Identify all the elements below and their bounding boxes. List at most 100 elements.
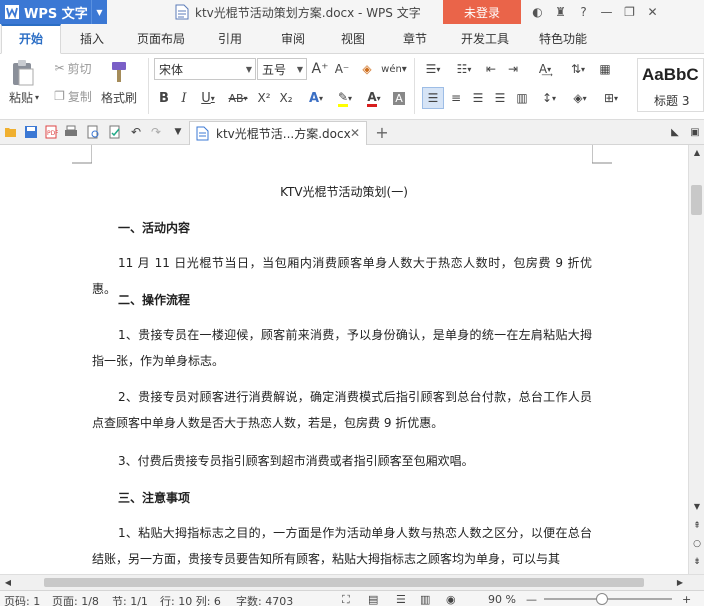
horizontal-scrollbar[interactable]: ◀ ▶ — [0, 574, 704, 590]
bold-icon[interactable]: B — [155, 87, 173, 109]
shading-icon[interactable]: ◈ ▾ — [566, 87, 594, 109]
document-page[interactable]: KTV光棍节活动策划(一) 一、活动内容 11 月 11 日光棍节当日，当包厢内… — [0, 145, 688, 574]
align-center-icon[interactable]: ≡ — [446, 87, 466, 109]
restore-icon[interactable]: ❐ — [618, 5, 641, 19]
tab-review[interactable]: 审阅 — [268, 24, 318, 54]
font-name-select[interactable]: 宋体 ▼ — [154, 58, 256, 80]
superscript-icon[interactable]: X² — [254, 87, 274, 109]
status-section: 节: 1/1 — [112, 595, 148, 606]
scrollbar-thumb[interactable] — [44, 578, 644, 587]
new-tab-icon[interactable]: + — [372, 122, 392, 142]
clear-format-icon[interactable]: ◈ — [356, 58, 378, 80]
export-pdf-icon[interactable]: PDF — [44, 125, 58, 139]
undo-icon[interactable]: ↶ — [128, 123, 144, 141]
vertical-scrollbar[interactable]: ▲ ▼ ⇞ ○ ⇟ — [688, 145, 704, 574]
document-tab[interactable]: ktv光棍节活...方案.docx ✕ — [189, 121, 367, 145]
font-color-icon[interactable]: A ▾ — [360, 87, 388, 109]
tab-references[interactable]: 引用 — [205, 24, 255, 54]
tab-special-features[interactable]: 特色功能 — [530, 24, 596, 54]
minimize-icon[interactable]: — — [595, 5, 618, 19]
close-icon[interactable]: ✕ — [641, 5, 664, 19]
paste-icon[interactable] — [6, 58, 40, 88]
web-view-icon[interactable]: ◉ — [446, 593, 456, 606]
collapse-ribbon-icon[interactable]: ◣ — [668, 124, 682, 140]
shrink-font-icon[interactable]: A⁻ — [332, 58, 352, 80]
scroll-down-icon[interactable]: ▼ — [690, 499, 704, 513]
redo-icon[interactable]: ↷ — [148, 123, 164, 141]
app-name: WPS 文字 — [24, 6, 88, 22]
status-page: 页面: 1/8 — [52, 595, 99, 606]
strikethrough-icon[interactable]: AB ▾ — [224, 87, 252, 109]
document-tab-title: ktv光棍节活...方案.docx — [216, 127, 351, 141]
outline-view-icon[interactable]: ☰ — [396, 593, 406, 606]
print-icon[interactable] — [64, 125, 78, 139]
underline-icon[interactable]: U ▾ — [195, 87, 221, 109]
browse-object-icon[interactable]: ○ — [690, 537, 704, 551]
text-size-adjust-icon[interactable]: A͢ ▾ — [530, 58, 560, 80]
tab-home[interactable]: 开始 — [1, 24, 61, 54]
zoom-level[interactable]: 90 % — [488, 593, 516, 606]
print-preview-icon[interactable] — [86, 125, 100, 139]
page-view-icon[interactable]: ▤ — [368, 593, 378, 606]
status-word-count[interactable]: 字数: 4703 — [236, 593, 293, 606]
skin-icon[interactable]: ◐ — [526, 5, 549, 19]
next-page-icon[interactable]: ⇟ — [690, 555, 704, 569]
tab-chapter[interactable]: 章节 — [390, 24, 440, 54]
paste-button[interactable]: 粘贴 ▾ — [4, 88, 44, 106]
zoom-slider-handle[interactable] — [596, 593, 608, 605]
tab-insert[interactable]: 插入 — [64, 24, 120, 54]
scroll-up-icon[interactable]: ▲ — [690, 145, 704, 159]
ribbon-display-icon[interactable]: ▣ — [688, 124, 702, 140]
chevron-down-icon: ▼ — [245, 65, 252, 74]
phonetic-guide-icon[interactable]: wén▾ — [380, 58, 408, 80]
chevron-down-icon[interactable]: ▼ — [91, 0, 107, 24]
char-shading-icon[interactable]: A — [390, 87, 408, 109]
spellcheck-icon[interactable] — [108, 125, 122, 139]
zoom-out-icon[interactable]: — — [526, 593, 537, 606]
tab-page-layout[interactable]: 页面布局 — [128, 24, 194, 54]
highlight-icon[interactable]: ✎ ▾ — [332, 87, 358, 109]
table-icon[interactable]: ▦ — [594, 58, 616, 80]
scrollbar-thumb[interactable] — [691, 185, 702, 215]
previous-page-icon[interactable]: ⇞ — [690, 519, 704, 533]
help-icon[interactable]: ? — [572, 5, 595, 19]
tab-developer[interactable]: 开发工具 — [452, 24, 518, 54]
border-icon[interactable]: ⊞ ▾ — [598, 87, 624, 109]
scroll-left-icon[interactable]: ◀ — [2, 576, 14, 589]
cut-button[interactable]: ✂ 剪切 — [50, 58, 96, 78]
text-effect-icon[interactable]: A ▾ — [302, 87, 330, 109]
bullet-list-icon[interactable]: ☰ ▾ — [420, 58, 446, 80]
shirt-icon[interactable]: ♜ — [549, 5, 572, 19]
numbered-list-icon[interactable]: ☷ ▾ — [450, 58, 478, 80]
login-button[interactable]: 未登录 — [443, 0, 521, 24]
align-left-icon[interactable]: ☰ — [422, 87, 444, 109]
zoom-in-icon[interactable]: + — [682, 593, 691, 606]
save-icon[interactable] — [24, 125, 38, 139]
title-bar: WPS 文字 ▼ ktv光棍节活动策划方案.docx - WPS 文字 未登录 … — [0, 0, 704, 24]
line-spacing-icon[interactable]: ↕ ▾ — [536, 87, 562, 109]
distributed-icon[interactable]: ▥ — [512, 87, 532, 109]
copy-button[interactable]: ❐ 复制 — [50, 86, 96, 106]
tab-view[interactable]: 视图 — [328, 24, 378, 54]
format-painter-button[interactable]: 格式刷 — [98, 88, 140, 106]
subscript-icon[interactable]: X₂ — [276, 87, 296, 109]
style-gallery[interactable]: AaBbC 标题 3 — [637, 58, 704, 112]
increase-indent-icon[interactable]: ⇥ — [504, 58, 522, 80]
chevron-down-icon[interactable]: ▼ — [172, 123, 184, 141]
italic-icon[interactable]: I — [175, 87, 193, 109]
reading-view-icon[interactable]: ▥ — [420, 593, 430, 606]
align-right-icon[interactable]: ☰ — [468, 87, 488, 109]
paragraph: 1、贵接专员在一楼迎候，顾客前来消费，予以身份确认，是单身的统一在左肩粘贴大拇指… — [92, 328, 592, 368]
full-screen-icon[interactable]: ⛶ — [342, 593, 350, 606]
sort-icon[interactable]: ⇅ ▾ — [566, 58, 590, 80]
scroll-right-icon[interactable]: ▶ — [674, 576, 686, 589]
zoom-slider[interactable] — [544, 598, 672, 600]
font-size-select[interactable]: 五号 ▼ — [257, 58, 307, 80]
justify-icon[interactable]: ☰ — [490, 87, 510, 109]
close-icon[interactable]: ✕ — [350, 126, 360, 140]
grow-font-icon[interactable]: A⁺ — [310, 58, 330, 80]
app-menu-button[interactable]: WPS 文字 ▼ — [0, 0, 107, 24]
open-folder-icon[interactable] — [4, 125, 18, 139]
format-painter-icon[interactable] — [104, 58, 134, 86]
decrease-indent-icon[interactable]: ⇤ — [482, 58, 500, 80]
